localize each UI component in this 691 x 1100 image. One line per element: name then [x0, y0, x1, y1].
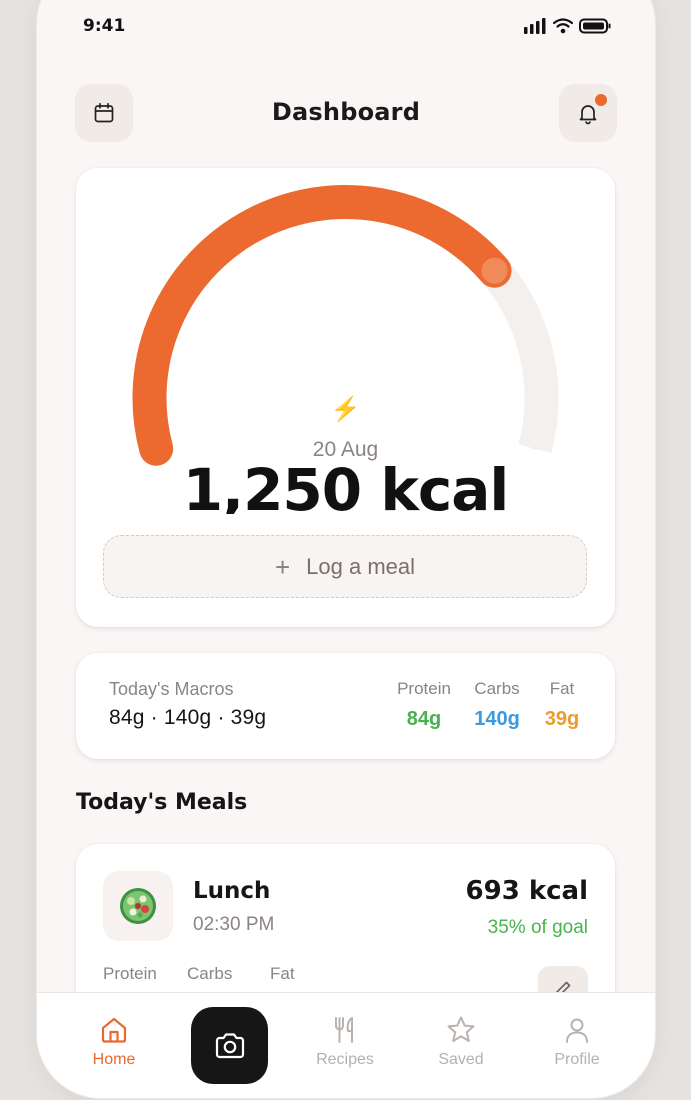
notification-dot: [595, 94, 607, 106]
calorie-total: 1,250 kcal: [182, 458, 510, 514]
log-meal-label: Log a meal: [306, 553, 416, 579]
phone-frame: 9:41 Dashboard ⚡ 20 Aug 1,250 kcal + Log…: [37, 0, 655, 1098]
meal-thumbnail: [103, 871, 173, 941]
macro-carbs: Carbs 140g: [468, 679, 526, 731]
status-icons: [523, 18, 611, 34]
macro-fat: Fat 39g: [537, 679, 587, 731]
macros-card[interactable]: Today's Macros 84g · 140g · 39g Protein …: [76, 653, 615, 759]
meal-time: 02:30 PM: [193, 914, 275, 935]
salad-bowl-icon: [120, 888, 156, 924]
star-icon: [447, 1016, 475, 1042]
notifications-button[interactable]: [559, 84, 617, 142]
signal-icon: [524, 18, 546, 34]
header: Dashboard: [37, 84, 655, 144]
meal-macro-fat-label: Fat: [270, 964, 295, 983]
calorie-total-clip: 1,250 kcal: [76, 458, 615, 514]
tab-bar: Home Recipes Saved Profile: [37, 992, 655, 1098]
macros-summary: 84g · 140g · 39g: [109, 706, 267, 729]
status-time: 9:41: [83, 16, 126, 36]
tab-saved[interactable]: Saved: [416, 1013, 506, 1069]
macro-label: Carbs: [474, 679, 520, 698]
profile-icon: [566, 1018, 588, 1043]
log-meal-button[interactable]: + Log a meal: [103, 535, 587, 598]
meals-section-title: Today's Meals: [76, 790, 248, 815]
calorie-gauge-card: ⚡ 20 Aug 1,250 kcal + Log a meal: [76, 168, 615, 627]
macro-label: Protein: [397, 679, 451, 698]
meal-goal-percent: 35% of goal: [487, 917, 588, 938]
meal-macro-protein-label: Protein: [103, 964, 157, 983]
tab-profile[interactable]: Profile: [532, 1013, 622, 1069]
home-icon: [101, 1017, 127, 1043]
macro-protein: Protein 84g: [392, 679, 456, 731]
plus-icon: +: [274, 551, 291, 582]
macro-value: 140g: [474, 708, 520, 730]
meal-calories: 693 kcal: [465, 876, 588, 906]
tab-label: Home: [92, 1051, 136, 1068]
battery-icon: [579, 18, 611, 34]
macro-value: 39g: [544, 708, 580, 730]
wifi-icon: [553, 18, 573, 34]
gauge-progress-knob: [481, 257, 508, 284]
camera-icon: [215, 1032, 244, 1058]
lightning-icon: ⚡: [330, 396, 361, 423]
gauge-center: ⚡ 20 Aug: [76, 398, 615, 462]
fork-knife-icon: [335, 1017, 353, 1043]
tab-home[interactable]: Home: [69, 1013, 159, 1069]
tab-label: Profile: [554, 1051, 600, 1068]
meal-name: Lunch: [193, 878, 271, 904]
meal-macro-carbs-label: Carbs: [187, 964, 233, 983]
tab-label: Saved: [438, 1051, 484, 1068]
macro-value: 84g: [406, 708, 442, 730]
macro-label: Fat: [549, 679, 575, 698]
status-bar: 9:41: [37, 0, 655, 44]
macros-title: Today's Macros: [109, 679, 234, 699]
tab-recipes[interactable]: Recipes: [300, 1013, 390, 1069]
camera-button[interactable]: [191, 1007, 268, 1084]
tab-label: Recipes: [316, 1051, 374, 1068]
